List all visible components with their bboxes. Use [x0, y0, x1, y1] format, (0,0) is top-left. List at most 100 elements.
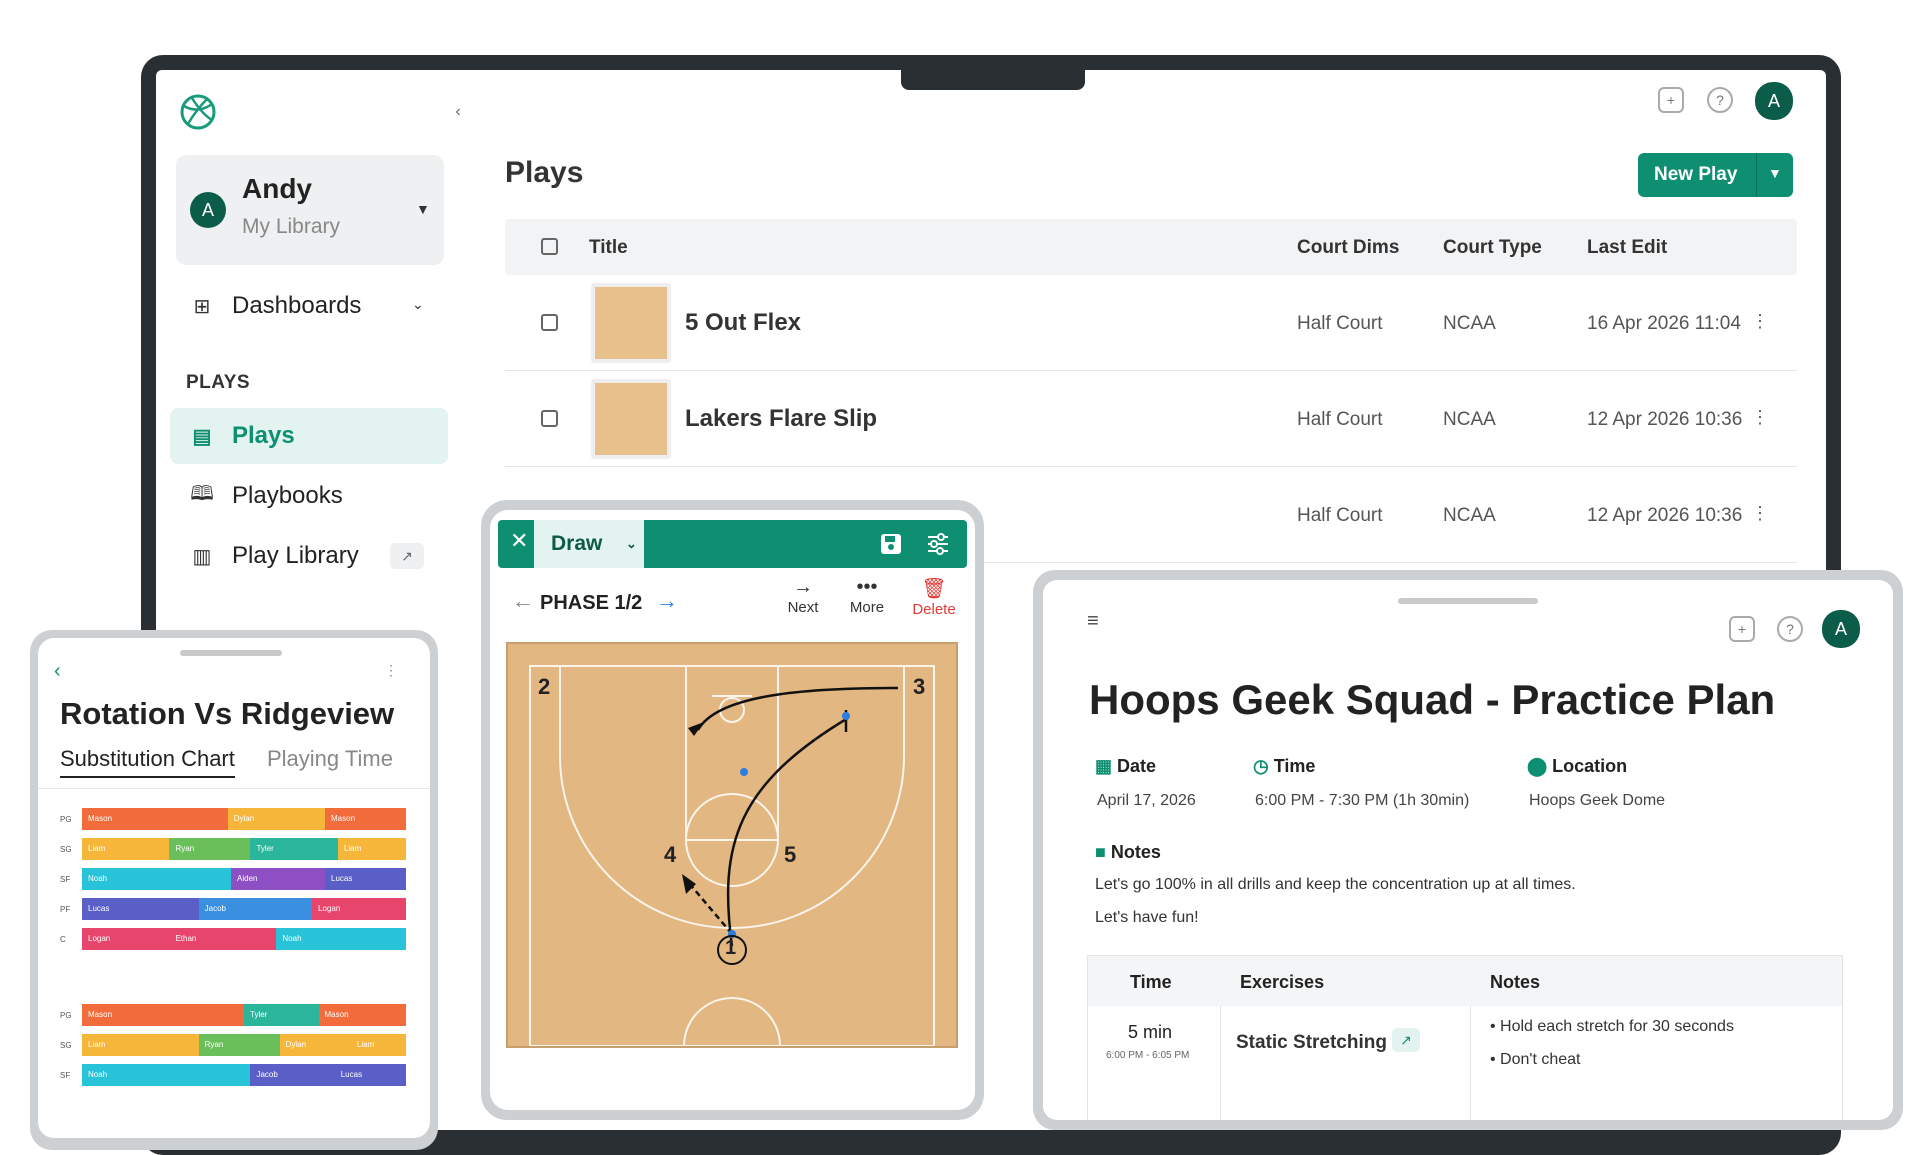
- account-avatar[interactable]: A: [1755, 82, 1793, 120]
- prev-phase-icon[interactable]: ←: [512, 588, 534, 614]
- external-link-icon[interactable]: ↗: [390, 543, 424, 569]
- rotation-segment[interactable]: Lucas: [82, 898, 199, 920]
- tab-playing-time[interactable]: Playing Time: [267, 746, 393, 772]
- rotation-segment[interactable]: Logan: [82, 928, 170, 950]
- user-switcher[interactable]: A Andy My Library ▼: [176, 155, 444, 265]
- grid-icon: ⊞: [193, 295, 211, 318]
- help-icon[interactable]: ?: [1777, 616, 1803, 642]
- laptop-camera-notch: [901, 66, 1085, 90]
- close-icon[interactable]: ✕: [510, 528, 528, 554]
- sidebar-item-play-library[interactable]: ▥ Play Library ↗: [170, 528, 448, 584]
- more-action[interactable]: ••• More: [842, 576, 892, 616]
- rotation-segment[interactable]: Mason: [82, 1004, 244, 1026]
- phase-label: PHASE 1/2: [540, 592, 643, 614]
- col-title[interactable]: Title: [589, 237, 628, 259]
- col-court-type[interactable]: Court Type: [1443, 237, 1542, 259]
- sidebar-item-label: Playbooks: [232, 482, 343, 509]
- rotation-segment[interactable]: Tyler: [244, 1004, 319, 1026]
- location-heading: ⬤ Location: [1527, 756, 1628, 776]
- position-label: PF: [60, 905, 71, 914]
- practice-plan-screen: ≡ + ? A Hoops Geek Squad - Practice Plan…: [1043, 580, 1893, 1120]
- row-checkbox[interactable]: [541, 410, 558, 427]
- play-title[interactable]: Lakers Flare Slip: [685, 405, 877, 433]
- rotation-segment[interactable]: Logan: [312, 898, 406, 920]
- sidebar-item-dashboards[interactable]: ⊞ Dashboards ⌄: [170, 278, 448, 334]
- account-avatar[interactable]: A: [1822, 610, 1860, 648]
- col-notes: Notes: [1490, 972, 1541, 992]
- last-edit: 12 Apr 2026 10:36: [1587, 505, 1743, 526]
- exercise-name[interactable]: Static Stretching: [1236, 1032, 1387, 1054]
- add-icon[interactable]: +: [1729, 616, 1755, 642]
- rotation-segment[interactable]: Liam: [82, 838, 170, 860]
- rotation-segment[interactable]: Noah: [276, 928, 406, 950]
- row-menu-icon[interactable]: ⋮: [1751, 311, 1769, 332]
- rotation-segment[interactable]: Lucas: [334, 1064, 406, 1086]
- external-link-icon[interactable]: ↗: [1392, 1028, 1420, 1052]
- rotation-segment[interactable]: Liam: [82, 1034, 199, 1056]
- more-vertical-icon[interactable]: ⋮: [384, 662, 398, 679]
- position-label: SF: [60, 875, 71, 884]
- court-canvas[interactable]: 1 2 3 4 5: [506, 642, 958, 1048]
- row-checkbox[interactable]: [541, 314, 558, 331]
- court-type: NCAA: [1443, 313, 1496, 334]
- rotation-segment[interactable]: Liam: [337, 838, 406, 860]
- court-dims: Half Court: [1297, 409, 1383, 430]
- rotation-segment[interactable]: Ryan: [198, 1034, 280, 1056]
- player-3[interactable]: 3: [913, 674, 925, 700]
- add-icon[interactable]: +: [1658, 87, 1684, 113]
- next-action[interactable]: → Next: [778, 576, 828, 616]
- table-row[interactable]: 5 Out Flex Half Court NCAA 16 Apr 2026 1…: [505, 275, 1797, 371]
- rotation-segment[interactable]: Mason: [325, 808, 406, 830]
- trash-icon: 🗑: [921, 578, 947, 600]
- player-5[interactable]: 5: [784, 842, 796, 868]
- tab-substitution-chart[interactable]: Substitution Chart: [60, 746, 235, 778]
- rotation-segment[interactable]: Noah: [82, 868, 232, 890]
- save-icon[interactable]: [880, 533, 902, 555]
- plays-table-header: Title Court Dims Court Type Last Edit: [505, 219, 1797, 275]
- rotation-segment[interactable]: Jacob: [250, 1064, 335, 1086]
- mode-select[interactable]: Draw ⌄: [534, 520, 644, 568]
- rotation-segment[interactable]: Lucas: [325, 868, 406, 890]
- select-all-checkbox[interactable]: [541, 238, 558, 255]
- settings-sliders-icon[interactable]: [926, 532, 950, 556]
- next-phase-icon[interactable]: →: [656, 588, 678, 614]
- position-label: SF: [60, 1071, 71, 1080]
- rotation-segment[interactable]: Ethan: [169, 928, 277, 950]
- rotation-segment[interactable]: Dylan: [227, 808, 325, 830]
- rotation-segment[interactable]: Noah: [82, 1064, 251, 1086]
- rotation-segment[interactable]: Aiden: [231, 868, 325, 890]
- duration: 5 min: [1128, 1022, 1173, 1042]
- back-chevron-icon[interactable]: ‹: [54, 660, 61, 683]
- sidebar-item-playbooks[interactable]: 🕮 Playbooks: [170, 468, 448, 524]
- rotation-segment[interactable]: Mason: [82, 808, 228, 830]
- sidebar-item-plays[interactable]: ▤ Plays: [170, 408, 448, 464]
- play-title[interactable]: 5 Out Flex: [685, 309, 801, 337]
- row-menu-icon[interactable]: ⋮: [1751, 503, 1769, 524]
- rotation-segment[interactable]: Liam: [350, 1034, 406, 1056]
- next-label: Next: [787, 599, 819, 616]
- document-icon: ▤: [192, 425, 212, 448]
- delete-action[interactable]: 🗑 Delete: [904, 576, 964, 618]
- note-line: Let's go 100% in all drills and keep the…: [1095, 876, 1576, 893]
- table-row[interactable]: Lakers Flare Slip Half Court NCAA 12 Apr…: [505, 371, 1797, 467]
- basketball-logo-icon[interactable]: [178, 92, 218, 132]
- rotation-segment[interactable]: Jacob: [198, 898, 313, 920]
- row-menu-icon[interactable]: ⋮: [1751, 407, 1769, 428]
- rotation-segment[interactable]: Dylan: [279, 1034, 351, 1056]
- new-play-dropdown-icon[interactable]: ▼: [1768, 165, 1782, 181]
- rotation-segment[interactable]: Tyler: [250, 838, 338, 860]
- rotation-segment[interactable]: Ryan: [169, 838, 251, 860]
- exercise-note: • Hold each stretch for 30 seconds: [1490, 1018, 1734, 1035]
- player-2[interactable]: 2: [538, 674, 550, 700]
- rotation-segment[interactable]: Mason: [318, 1004, 406, 1026]
- new-play-button[interactable]: New Play ▼: [1638, 153, 1793, 197]
- divider: [1220, 1006, 1221, 1120]
- col-court-dims[interactable]: Court Dims: [1297, 237, 1399, 259]
- menu-icon[interactable]: ≡: [1087, 610, 1099, 633]
- player-1[interactable]: 1: [725, 937, 736, 960]
- help-icon[interactable]: ?: [1707, 87, 1733, 113]
- col-last-edit[interactable]: Last Edit: [1587, 237, 1667, 259]
- collapse-sidebar-icon[interactable]: ‹: [446, 100, 470, 124]
- col-exercises: Exercises: [1240, 972, 1325, 992]
- player-4[interactable]: 4: [664, 842, 676, 868]
